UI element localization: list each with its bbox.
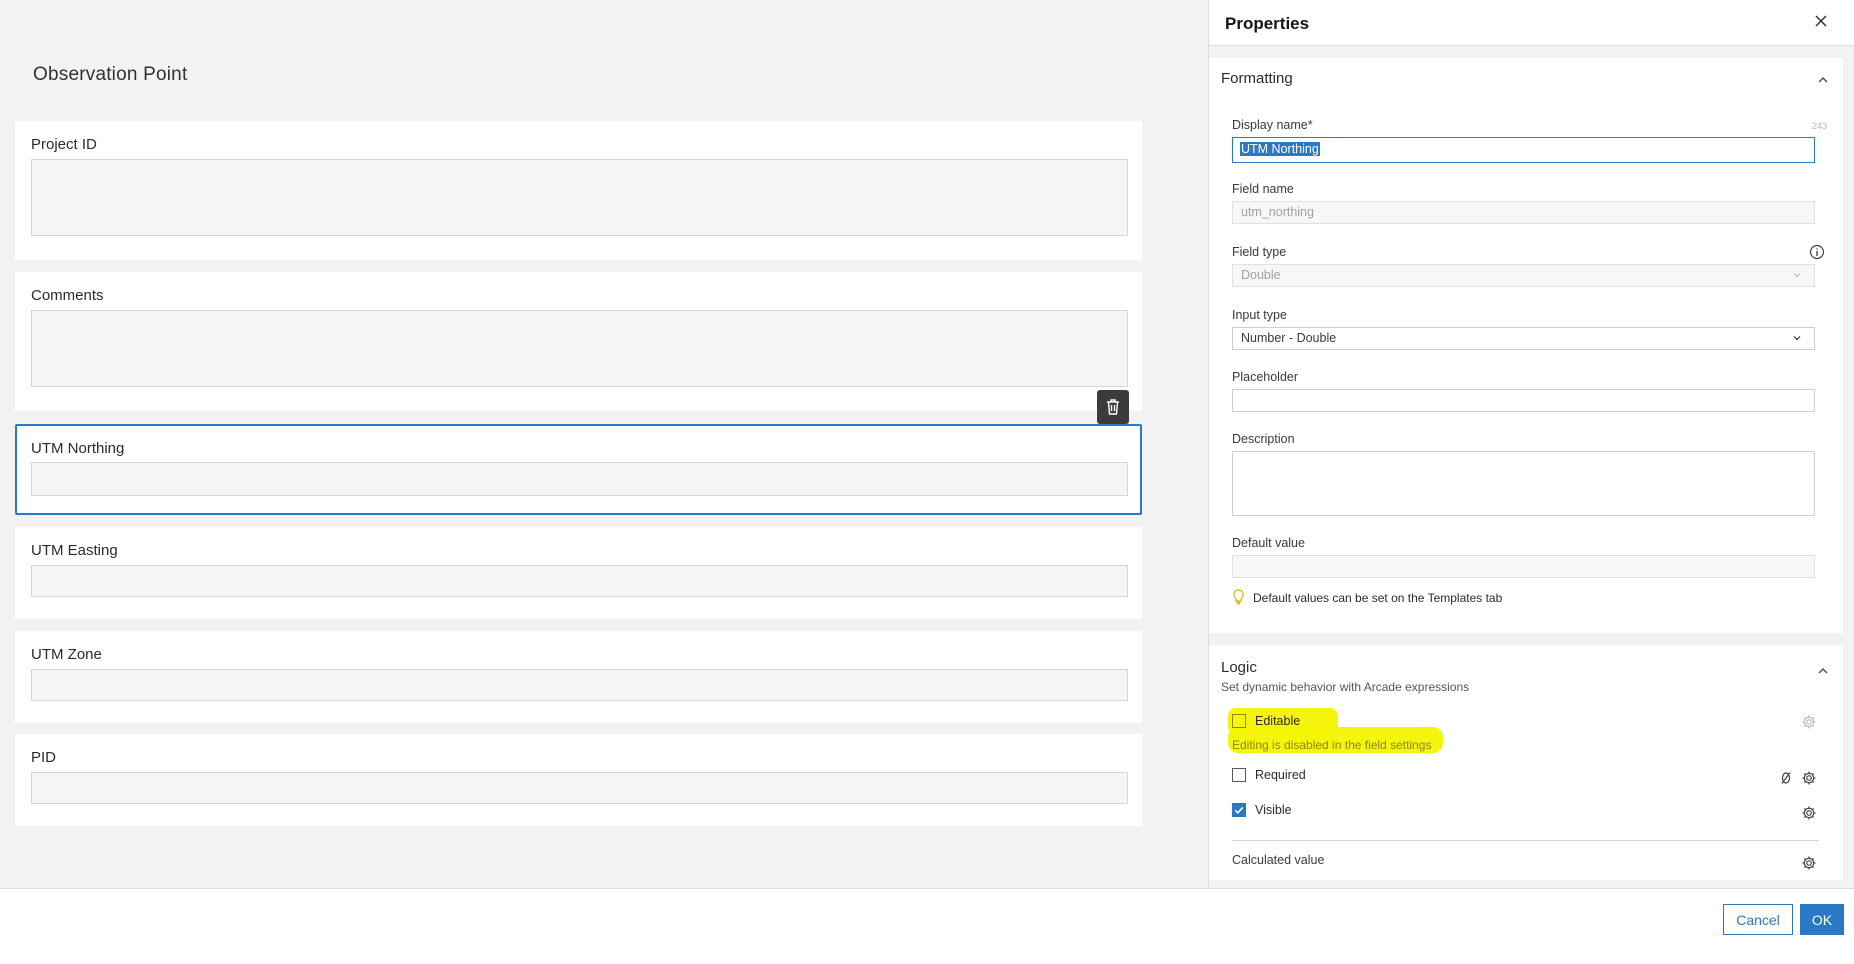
form-canvas: Observation Point Project ID Comments UT… — [0, 0, 1208, 888]
field-input — [31, 159, 1128, 236]
field-label: Project ID — [31, 136, 97, 153]
editable-label: Editable — [1255, 714, 1301, 728]
field-label: UTM Easting — [31, 542, 118, 559]
form-field-card-project-id[interactable]: Project ID — [15, 121, 1142, 260]
placeholder-label: Placeholder — [1232, 370, 1299, 384]
display-name-label: Display name* — [1232, 118, 1313, 132]
default-value-input — [1232, 555, 1815, 578]
chevron-down-icon — [1793, 336, 1801, 341]
close-icon[interactable] — [1813, 13, 1829, 29]
form-field-card-comments[interactable]: Comments — [15, 272, 1142, 411]
default-value-label: Default value — [1232, 536, 1305, 550]
field-label: PID — [31, 749, 57, 766]
formatting-section-title[interactable]: Formatting — [1221, 70, 1293, 87]
display-name-value: UTM Northing — [1240, 142, 1320, 156]
trash-icon — [1107, 399, 1119, 415]
form-field-card-utm-easting[interactable]: UTM Easting — [15, 527, 1142, 619]
properties-panel: Properties Formatting Display name* 243 … — [1208, 0, 1854, 888]
delete-field-button[interactable] — [1097, 390, 1129, 424]
field-label: Comments — [31, 287, 104, 304]
gear-icon[interactable] — [1801, 714, 1817, 730]
calculated-value-label: Calculated value — [1232, 853, 1325, 867]
display-name-input[interactable]: UTM Northing — [1232, 137, 1815, 163]
required-checkbox[interactable] — [1232, 768, 1246, 782]
form-title: Observation Point — [33, 64, 188, 85]
logic-section-title[interactable]: Logic — [1221, 659, 1257, 676]
dialog-footer: Cancel OK — [0, 888, 1854, 964]
gear-icon[interactable] — [1801, 805, 1817, 821]
visible-label: Visible — [1255, 803, 1292, 817]
input-type-value: Number - Double — [1241, 331, 1337, 345]
form-field-card-utm-zone[interactable]: UTM Zone — [15, 631, 1142, 723]
cancel-button[interactable]: Cancel — [1723, 904, 1793, 935]
form-field-card-pid[interactable]: PID — [15, 734, 1142, 826]
properties-title: Properties — [1225, 14, 1310, 33]
chevron-down-icon — [1793, 273, 1801, 278]
logic-section: Logic Set dynamic behavior with Arcade e… — [1209, 645, 1843, 880]
chevron-up-icon[interactable] — [1817, 74, 1829, 86]
field-input — [31, 462, 1128, 496]
chevron-up-icon[interactable] — [1817, 665, 1829, 677]
lightbulb-icon — [1233, 589, 1244, 605]
input-type-label: Input type — [1232, 308, 1287, 322]
field-name-input: utm_northing — [1232, 201, 1815, 224]
formatting-section: Formatting Display name* 243 UTM Northin… — [1209, 58, 1843, 633]
description-label: Description — [1232, 432, 1295, 446]
character-counter: 243 — [1811, 121, 1827, 131]
gear-icon[interactable] — [1801, 770, 1817, 786]
field-type-select: Double — [1232, 264, 1815, 287]
field-label: UTM Northing — [31, 440, 125, 457]
field-input — [31, 669, 1128, 701]
default-value-hint: Default values can be set on the Templat… — [1253, 591, 1503, 605]
divider — [1232, 840, 1819, 841]
placeholder-input[interactable] — [1232, 389, 1815, 412]
no-expression-icon — [1781, 772, 1791, 784]
editable-checkbox[interactable] — [1232, 714, 1246, 728]
gear-icon[interactable] — [1801, 855, 1817, 871]
checkmark-icon — [1234, 806, 1244, 814]
ok-button[interactable]: OK — [1800, 904, 1844, 935]
editable-note: Editing is disabled in the field setting… — [1232, 738, 1432, 752]
field-name-label: Field name — [1232, 182, 1294, 196]
field-input — [31, 772, 1128, 804]
field-type-value: Double — [1241, 268, 1281, 282]
field-input — [31, 310, 1128, 387]
field-type-label: Field type — [1232, 245, 1287, 259]
required-label: Required — [1255, 768, 1306, 782]
field-input — [31, 565, 1128, 597]
description-input[interactable] — [1232, 451, 1815, 516]
form-field-card-utm-northing[interactable]: UTM Northing — [15, 424, 1142, 515]
logic-subtitle: Set dynamic behavior with Arcade express… — [1221, 680, 1470, 694]
info-icon[interactable] — [1809, 244, 1825, 260]
properties-header: Properties — [1209, 0, 1854, 46]
field-label: UTM Zone — [31, 646, 102, 663]
input-type-select[interactable]: Number - Double — [1232, 327, 1815, 350]
visible-checkbox[interactable] — [1232, 803, 1246, 817]
